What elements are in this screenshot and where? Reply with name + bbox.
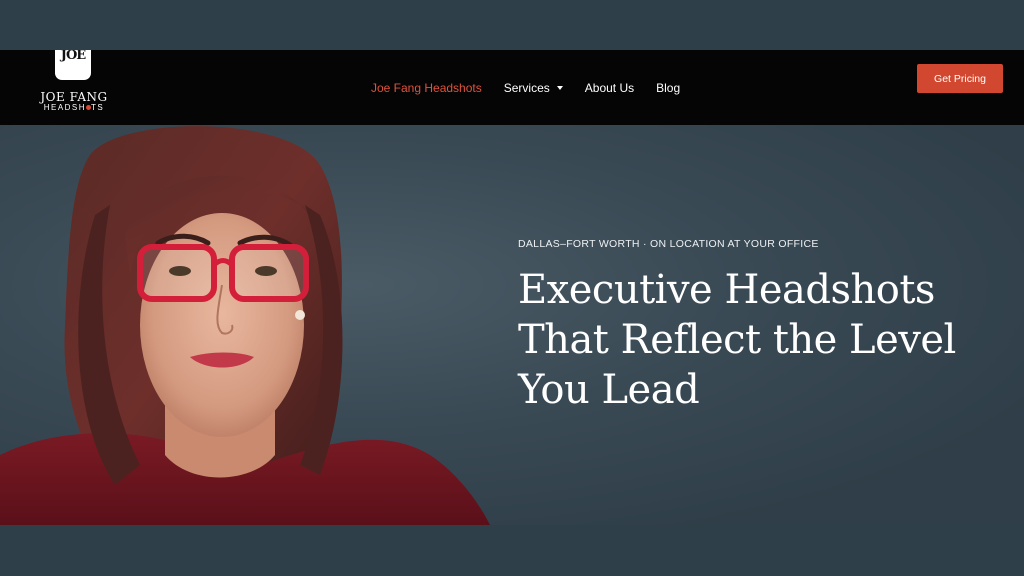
logo-subtitle-suffix: TS [91, 103, 105, 112]
nav-item-blog[interactable]: Blog [656, 81, 680, 95]
nav-item-home[interactable]: Joe Fang Headshots [371, 81, 482, 95]
page: JOE JOE FANG HEADSH TS Joe Fang Headshots… [0, 0, 1024, 576]
nav-item-services[interactable]: Services [504, 81, 563, 95]
main-nav: Joe Fang Headshots Services About Us Blo… [371, 50, 702, 125]
site-header: JOE JOE FANG HEADSH TS Joe Fang Headshots… [0, 50, 1024, 125]
nav-item-about-us[interactable]: About Us [585, 81, 634, 95]
hero-headline-line-2: That Reflect the Level [518, 317, 956, 363]
hero-eyebrow: DALLAS–FORT WORTH · ON LOCATION AT YOUR … [518, 238, 819, 250]
hero-headline: Executive Headshots That Reflect the Lev… [518, 265, 1018, 415]
hero-portrait-image [0, 126, 490, 525]
hero-headline-line-3: You Lead [518, 367, 700, 413]
page-bottom-band [0, 525, 1024, 576]
hero-headline-line-1: Executive Headshots [518, 267, 935, 313]
logo-badge: JOE [55, 50, 91, 80]
logo-wordmark: JOE FANG [40, 90, 108, 104]
hero-section: DALLAS–FORT WORTH · ON LOCATION AT YOUR … [0, 125, 1024, 525]
get-pricing-button[interactable]: Get Pricing [917, 64, 1003, 93]
logo-subtitle: HEADSH TS [36, 103, 112, 112]
logo-subtitle-prefix: HEADSH [43, 103, 87, 112]
logo-badge-text: JOE [60, 50, 86, 63]
nav-item-services-label: Services [503, 80, 550, 95]
site-logo[interactable]: JOE JOE FANG HEADSH TS [34, 50, 114, 118]
chevron-down-icon [556, 85, 563, 90]
